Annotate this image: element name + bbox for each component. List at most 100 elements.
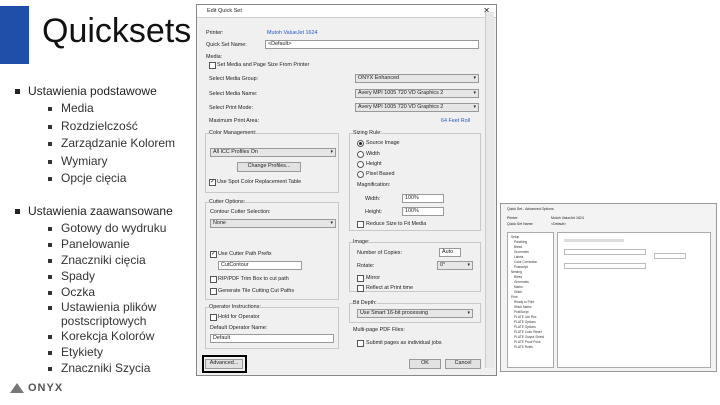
- tree-item[interactable]: Marks: [514, 285, 523, 289]
- reduce-size-checkbox[interactable]: [357, 221, 364, 228]
- height-label: Height:: [365, 209, 383, 215]
- advanced-item: Oczka: [48, 285, 95, 299]
- tree-item[interactable]: Ready to Print: [514, 300, 534, 304]
- tree-item[interactable]: PLATE Options: [514, 320, 536, 324]
- chevron-down-icon: ▾: [467, 310, 470, 316]
- multipage-label: Multi-page PDF Files:: [353, 327, 405, 333]
- sizing-height-radio[interactable]: [357, 161, 364, 168]
- tree-item[interactable]: Setup: [511, 235, 519, 239]
- sizing-source-radio[interactable]: [357, 140, 364, 147]
- contour-cutter-select[interactable]: None ▾: [210, 219, 336, 228]
- submit-pages-checkbox[interactable]: [357, 340, 364, 347]
- mirror-label: Mirror: [366, 275, 381, 281]
- tree-item[interactable]: Color Correction: [514, 260, 537, 264]
- media-name-select[interactable]: Avery MPI 1005 720 VD Graphics 2 ▾: [355, 89, 479, 98]
- bit-depth-select[interactable]: Use Smart 16-bit processing ▾: [357, 309, 473, 318]
- advanced-dialog-title: Quick Set - Advanced Options: [507, 207, 554, 211]
- cutter-path-checkbox[interactable]: [210, 250, 217, 258]
- chevron-down-icon: ▾: [473, 104, 476, 110]
- rotate-select[interactable]: 0° ▾: [437, 261, 473, 270]
- rip-trim-checkbox[interactable]: [210, 276, 217, 283]
- sizing-rule-label: Sizing Rule:: [353, 130, 382, 136]
- tree-item[interactable]: Grommets: [514, 250, 529, 254]
- advanced-options-tree[interactable]: Setup Panelling Bleed Grommets Labels Co…: [507, 232, 554, 368]
- sizing-pixel-radio[interactable]: [357, 171, 364, 178]
- chevron-down-icon: ▾: [330, 149, 333, 155]
- advanced-item-continued: postscriptowych: [61, 314, 147, 328]
- basic-item: Opcje cięcia: [48, 171, 126, 185]
- tree-item[interactable]: PLATE Proof Point: [514, 340, 541, 344]
- pane-field: [564, 263, 646, 269]
- printer-label: Printer:: [206, 30, 224, 36]
- cancel-button[interactable]: Cancel: [445, 359, 481, 369]
- tree-item[interactable]: PLATE Options: [514, 325, 536, 329]
- tree-item[interactable]: Bleed: [514, 245, 522, 249]
- spot-color-checkbox[interactable]: [209, 178, 216, 186]
- mirror-checkbox[interactable]: [357, 275, 364, 282]
- select-media-group-label: Select Media Group:: [209, 76, 259, 82]
- image-label: Image:: [353, 239, 370, 245]
- tree-item[interactable]: Stitch Marks: [514, 305, 532, 309]
- tree-item[interactable]: Postscript: [514, 265, 528, 269]
- chevron-down-icon: ▾: [467, 262, 470, 268]
- gen-tile-label: Generate Tile Cutting Cut Paths: [218, 288, 295, 294]
- set-media-checkbox[interactable]: [209, 62, 216, 69]
- basic-item: Rozdzielczość: [48, 119, 138, 133]
- max-print-area-label: Maximum Print Area:: [209, 118, 260, 124]
- chevron-down-icon: ▾: [473, 75, 476, 81]
- quick-set-name-input[interactable]: <Default>: [265, 40, 479, 49]
- adv-name-value: <Default>: [551, 222, 567, 226]
- media-group-select[interactable]: ONYX Enhanced ▾: [355, 74, 479, 83]
- sizing-option-label: Width: [366, 151, 380, 157]
- onyx-logo: ONYX: [10, 382, 63, 394]
- hold-checkbox[interactable]: [210, 314, 217, 321]
- sizing-width-radio[interactable]: [357, 151, 364, 158]
- advanced-item: Ustawienia plików: [48, 300, 156, 314]
- media-group-label: Media:: [206, 54, 223, 60]
- sizing-option-label: Pixel Based: [366, 171, 395, 177]
- default-operator-label: Default Operator Name:: [210, 325, 268, 331]
- magnification-label: Magnification:: [357, 182, 391, 188]
- tree-item[interactable]: Stitch: [514, 290, 522, 294]
- tree-item[interactable]: PLATE Rules: [514, 345, 533, 349]
- basic-item: Media: [48, 101, 94, 115]
- ok-button[interactable]: OK: [409, 359, 441, 369]
- hold-label: Hold for Operator: [218, 314, 260, 320]
- chevron-down-icon: ▾: [330, 220, 333, 226]
- rip-trim-label: RIP/PDF Trim Box to cut path: [218, 276, 289, 282]
- sizing-option-label: Height: [366, 161, 382, 167]
- advanced-item: Etykiety: [48, 345, 103, 359]
- bit-depth-label: Bit Depth:: [353, 300, 377, 306]
- copies-input[interactable]: Auto: [439, 248, 461, 257]
- dialog-titlebar: Edit Quick Set ✕: [197, 5, 496, 18]
- operator-label: Operator Instructions:: [209, 304, 261, 310]
- tree-item[interactable]: Labels: [514, 255, 523, 259]
- width-input[interactable]: 100%: [402, 194, 444, 203]
- tree-item[interactable]: PLATE Job Rec: [514, 315, 536, 319]
- advanced-item: Gotowy do wydruku: [48, 221, 166, 235]
- cutter-path-label: Use Cutter Path Prefix: [218, 251, 272, 257]
- tree-item[interactable]: PostScript: [514, 310, 529, 314]
- tree-item[interactable]: PLATE Output Shield: [514, 335, 544, 339]
- change-profiles-button[interactable]: Change Profiles...: [237, 162, 301, 172]
- height-input[interactable]: 100%: [402, 207, 444, 216]
- pane-field: [564, 249, 646, 255]
- color-profile-select[interactable]: All ICC Profiles On ▾: [210, 148, 336, 157]
- print-mode-select[interactable]: Avery MPI 1005 720 VD Graphics 2 ▾: [355, 103, 479, 112]
- advanced-item: Korekcja Kolorów: [48, 329, 154, 343]
- tree-item[interactable]: PLATE Color Reset: [514, 330, 542, 334]
- default-operator-input[interactable]: Default: [210, 334, 334, 343]
- gen-tile-checkbox[interactable]: [210, 288, 217, 295]
- tree-item[interactable]: Grommets: [514, 280, 529, 284]
- cutter-path-input[interactable]: CutContour: [218, 261, 302, 270]
- tree-item[interactable]: Nesting: [511, 270, 522, 274]
- tree-item[interactable]: Print: [511, 295, 518, 299]
- adv-printer-value: Mutoh ValueJet 1624: [551, 216, 584, 220]
- tree-item[interactable]: Bleed: [514, 275, 522, 279]
- slide-title: Quicksets: [42, 12, 192, 50]
- advanced-item: Znaczniki Szycia: [48, 361, 150, 375]
- dialog-scrollbar[interactable]: [485, 12, 494, 368]
- advanced-item: Znaczniki cięcia: [48, 253, 146, 267]
- reflect-checkbox[interactable]: [357, 285, 364, 292]
- tree-item[interactable]: Panelling: [514, 240, 527, 244]
